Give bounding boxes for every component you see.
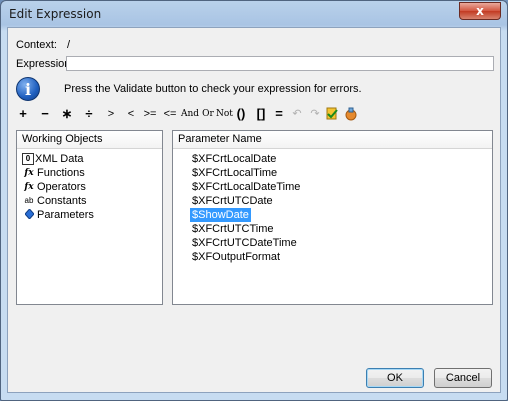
list-item[interactable]: $XFCrtUTCDateTime — [190, 236, 299, 250]
minus-button[interactable]: − — [38, 105, 52, 123]
list-item[interactable]: $XFOutputFormat — [190, 250, 282, 264]
close-icon: x — [476, 4, 484, 18]
context-value: / — [67, 39, 71, 51]
context-label: Context: — [16, 39, 57, 51]
equals-button[interactable]: = — [272, 105, 286, 123]
list-item[interactable]: $XFCrtUTCTime — [190, 222, 275, 236]
constants-icon: ab — [24, 196, 34, 206]
working-objects-panel: Working Objects 0 XML Data fx Functions fx… — [16, 130, 163, 305]
info-message: Press the Validate button to check your … — [64, 83, 362, 95]
tree-item-parameters[interactable]: Parameters — [22, 208, 94, 222]
tree-item-label: Constants — [37, 195, 87, 207]
brackets-button[interactable]: [] — [254, 105, 268, 123]
xml-data-icon: 0 — [22, 153, 34, 166]
info-icon: i — [16, 77, 40, 101]
list-item[interactable]: $XFCrtUTCDate — [190, 194, 275, 208]
tree-item-functions[interactable]: fx Functions — [22, 166, 85, 180]
plus-button[interactable]: + — [16, 105, 30, 123]
list-item[interactable]: $XFCrtLocalDateTime — [190, 180, 302, 194]
or-button[interactable]: Or — [200, 105, 216, 123]
multiply-button[interactable]: ∗ — [60, 105, 74, 123]
not-button[interactable]: Not — [216, 105, 233, 123]
list-item[interactable]: $XFCrtLocalDate — [190, 152, 278, 166]
less-than-button[interactable]: < — [124, 105, 138, 123]
parameters-panel: Parameter Name $XFCrtLocalDate $XFCrtLoc… — [172, 130, 493, 305]
parameter-name-header[interactable]: Parameter Name — [173, 131, 492, 149]
tree-item-label: XML Data — [35, 153, 84, 165]
tree-item-label: Functions — [37, 167, 85, 179]
parentheses-button[interactable]: () — [234, 105, 248, 123]
divide-button[interactable]: ÷ — [82, 105, 96, 123]
function-icon: fx — [24, 168, 34, 179]
tree-item-label: Parameters — [37, 209, 94, 221]
list-item-selected[interactable]: $ShowDate — [190, 208, 251, 222]
working-objects-header: Working Objects — [17, 131, 162, 149]
parameter-icon — [22, 208, 36, 221]
tree-item-operators[interactable]: fx Operators — [22, 180, 86, 194]
less-equal-button[interactable]: <= — [160, 105, 180, 123]
expression-label: Expression: — [16, 58, 74, 70]
and-button[interactable]: And — [180, 105, 200, 123]
greater-than-button[interactable]: > — [104, 105, 118, 123]
title-bar[interactable]: Edit Expression x — [1, 1, 507, 27]
close-button[interactable]: x — [459, 2, 501, 20]
tree-item-label: Operators — [37, 181, 86, 193]
function-icon: fx — [24, 182, 34, 193]
cancel-button[interactable]: Cancel — [434, 368, 492, 388]
tree-item-constants[interactable]: ab Constants — [22, 194, 87, 208]
ok-button[interactable]: OK — [366, 368, 424, 388]
expression-input[interactable] — [66, 56, 494, 71]
dialog-body: Context: / Expression: i Press the Valid… — [7, 27, 501, 393]
evaluate-icon[interactable] — [344, 105, 358, 123]
operator-toolbar: + − ∗ ÷ > < >= <= And Or Not () [] = ↶ ↷ — [16, 105, 358, 123]
tree-item-xml-data[interactable]: 0 XML Data — [22, 152, 84, 166]
list-item[interactable]: $XFCrtLocalTime — [190, 166, 279, 180]
edit-expression-dialog: Edit Expression x Context: / Expression:… — [0, 0, 508, 401]
dialog-title: Edit Expression — [9, 7, 102, 21]
undo-icon[interactable]: ↶ — [290, 105, 304, 123]
redo-icon[interactable]: ↷ — [308, 105, 322, 123]
greater-equal-button[interactable]: >= — [140, 105, 160, 123]
validate-icon[interactable] — [325, 105, 339, 123]
